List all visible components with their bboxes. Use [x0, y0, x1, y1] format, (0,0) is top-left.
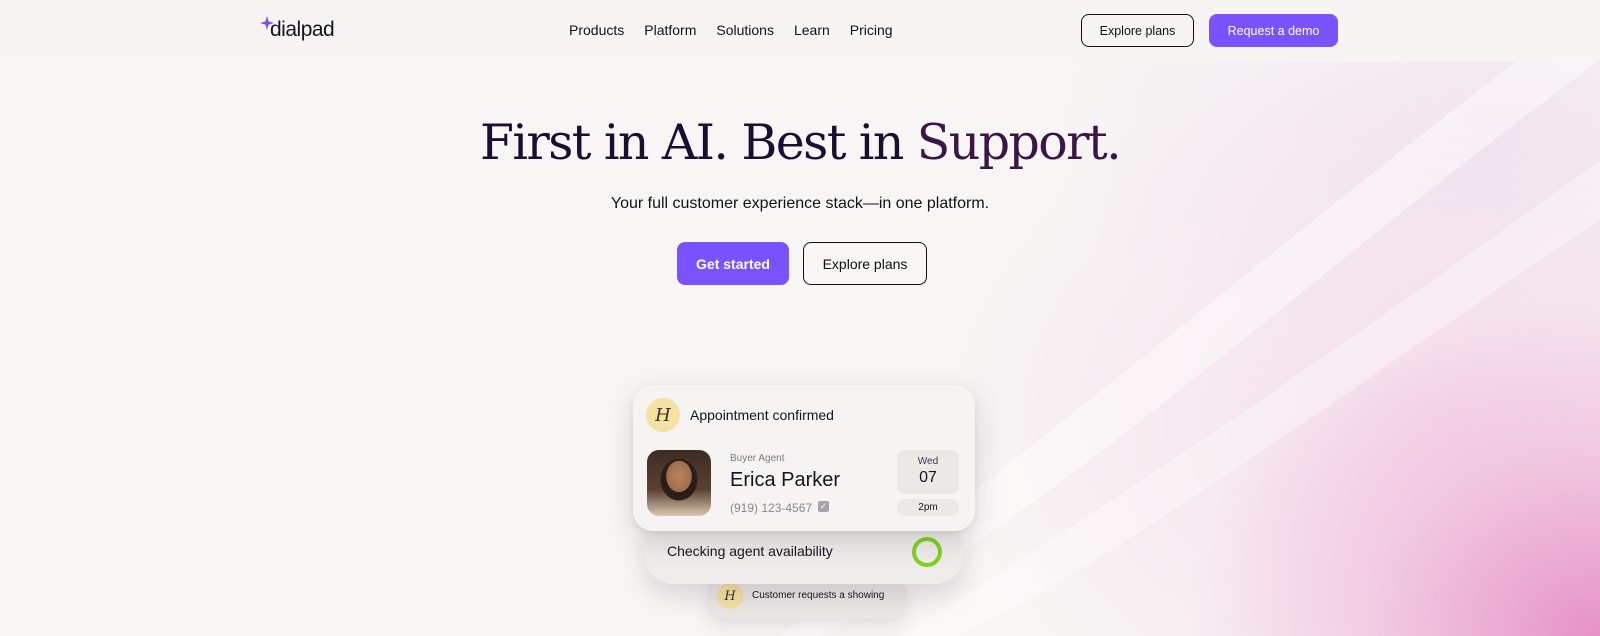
- appointment-title: Appointment confirmed: [690, 407, 834, 423]
- agent-phone: (919) 123-4567: [730, 501, 813, 515]
- explore-plans-button[interactable]: Explore plans: [1081, 14, 1194, 47]
- status-label: Checking agent availability: [667, 543, 833, 559]
- h-badge-icon: H: [646, 398, 680, 432]
- nav-item-platform[interactable]: Platform: [644, 22, 696, 38]
- site-header: dialpad Products Platform Solutions Lear…: [0, 0, 1600, 62]
- hero-subtitle: Your full customer experience stack—in o…: [610, 195, 990, 212]
- date-day: Wed: [917, 456, 939, 467]
- get-started-button[interactable]: Get started: [677, 242, 789, 285]
- time-badge: 2pm: [897, 499, 959, 516]
- nav-item-solutions[interactable]: Solutions: [716, 22, 774, 38]
- hero-explore-plans-button[interactable]: Explore plans: [803, 242, 927, 285]
- nav-item-products[interactable]: Products: [569, 22, 624, 38]
- dialpad-logo[interactable]: dialpad: [260, 16, 335, 42]
- agent-name: Erica Parker: [730, 469, 841, 491]
- nav-item-pricing[interactable]: Pricing: [850, 22, 893, 38]
- sparkle-icon: [260, 16, 274, 30]
- agent-avatar: [647, 450, 711, 516]
- h-badge-icon: H: [717, 583, 743, 609]
- hero-title-accent: Support.: [916, 114, 1122, 171]
- loading-spinner-icon: [912, 537, 942, 567]
- nav-item-learn[interactable]: Learn: [794, 22, 830, 38]
- agent-role: Buyer Agent: [730, 453, 785, 464]
- hero-title-main: First in AI. Best in: [479, 114, 917, 171]
- date-badge: Wed 07: [897, 450, 959, 494]
- request-label: Customer requests a showing: [752, 590, 885, 601]
- hero-title: First in AI. Best in Support.: [0, 114, 1600, 171]
- main-nav: Products Platform Solutions Learn Pricin…: [569, 22, 893, 38]
- request-demo-button[interactable]: Request a demo: [1209, 14, 1338, 47]
- appointment-card: H Appointment confirmed Buyer Agent Eric…: [633, 385, 975, 531]
- date-number: 07: [919, 469, 937, 486]
- checkbox-icon: ✓: [818, 501, 829, 512]
